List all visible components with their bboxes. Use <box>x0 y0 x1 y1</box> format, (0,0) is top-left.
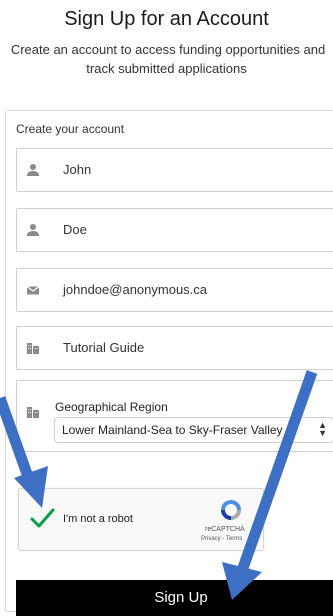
select-arrows-icon: ▲ ▼ <box>318 420 327 438</box>
region-label: Geographical Region <box>55 400 168 414</box>
checkmark-icon[interactable] <box>29 505 55 531</box>
recaptcha-links[interactable]: Privacy - Terms <box>201 536 242 542</box>
user-icon <box>27 224 39 236</box>
recaptcha-brand: reCAPTCHA <box>205 526 245 533</box>
page-subtitle: Create an account to access funding oppo… <box>0 40 333 78</box>
subtitle-line-1: Create an account to access funding oppo… <box>10 42 326 57</box>
region-field: Geographical Region Lower Mainland-Sea t… <box>16 380 333 452</box>
form-heading: Create your account <box>16 122 125 136</box>
region-select-value: Lower Mainland-Sea to Sky-Fraser Valley <box>62 423 283 437</box>
email-field[interactable]: johndoe@anonymous.ca <box>16 268 333 312</box>
envelope-icon <box>26 286 40 295</box>
recaptcha-logo-icon <box>221 500 241 520</box>
region-select[interactable]: Lower Mainland-Sea to Sky-Fraser Valley … <box>54 417 333 443</box>
user-icon <box>27 164 39 176</box>
sign-up-button[interactable]: Sign Up <box>16 580 333 616</box>
last-name-field[interactable]: Doe <box>16 208 333 252</box>
organization-field[interactable]: Tutorial Guide <box>16 326 333 370</box>
page-title: Sign Up for an Account <box>64 8 269 30</box>
last-name-value: Doe <box>63 222 87 237</box>
recaptcha-widget: I'm not a robot reCAPTCHA Privacy - Term… <box>18 488 264 551</box>
first-name-value: John <box>63 162 92 177</box>
subtitle-line-2: track submitted applications <box>86 61 247 76</box>
building-icon <box>27 343 39 354</box>
building-icon <box>27 407 39 418</box>
recaptcha-label: I'm not a robot <box>63 513 133 525</box>
first-name-field[interactable]: John <box>16 148 333 192</box>
email-value: johndoe@anonymous.ca <box>63 282 208 297</box>
organization-value: Tutorial Guide <box>63 340 145 355</box>
